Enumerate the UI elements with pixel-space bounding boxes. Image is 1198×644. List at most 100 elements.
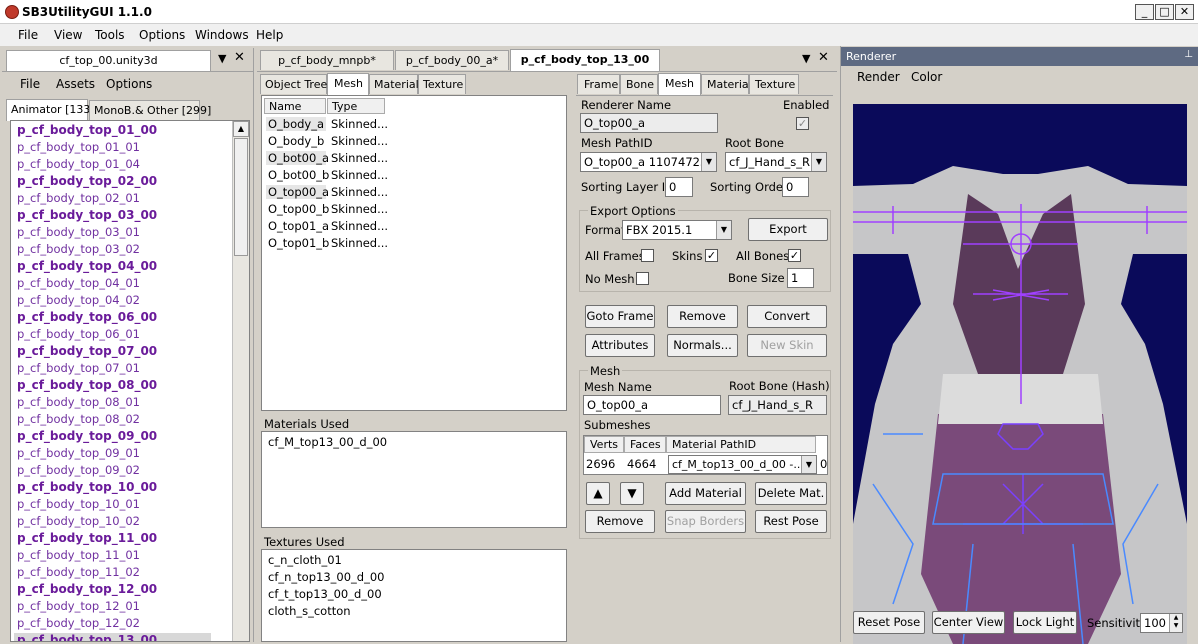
renderer-name-field[interactable]: O_top00_a <box>580 113 718 133</box>
mesh-row-name[interactable]: O_top01_b <box>266 236 329 250</box>
mesh-list[interactable]: Name Type O_body_a Skinned... O_body_b Skin… <box>261 95 567 411</box>
goto-frame-button[interactable]: Goto Frame <box>585 305 655 328</box>
tab-texture[interactable]: Texture <box>418 74 466 94</box>
mesh-row-name[interactable]: O_top00_b <box>266 202 329 216</box>
submesh-faces-cell[interactable]: 4664 <box>627 457 656 471</box>
material-list-item[interactable]: cf_M_top13_00_d_00 <box>268 435 387 449</box>
close-button[interactable]: ✕ <box>1175 4 1194 20</box>
column-header-verts[interactable]: Verts <box>584 436 624 453</box>
column-header-name[interactable]: Name <box>264 98 326 114</box>
dropdown-arrow-icon[interactable]: ▼ <box>802 52 810 65</box>
list-item[interactable]: p_cf_body_top_02_01 <box>17 191 140 205</box>
tab-unity3d-file[interactable]: cf_top_00.unity3d <box>6 50 211 72</box>
mesh-row-name[interactable]: O_bot00_a <box>266 151 329 165</box>
close-tab-icon[interactable]: ✕ <box>234 50 245 65</box>
mesh-name-field[interactable]: O_top00_a <box>583 395 721 415</box>
list-item[interactable]: p_cf_body_top_11_00 <box>17 531 157 545</box>
list-item[interactable]: p_cf_body_top_11_02 <box>17 565 140 579</box>
submesh-extra-cell[interactable]: 0 <box>820 457 827 471</box>
list-item[interactable]: p_cf_body_top_06_00 <box>17 310 157 324</box>
remove-renderer-button[interactable]: Remove <box>667 305 738 328</box>
all-bones-checkbox[interactable]: ✓ <box>788 249 801 262</box>
pin-icon[interactable]: ⊥ <box>1184 49 1193 60</box>
tab-material[interactable]: Material <box>369 74 419 94</box>
minimize-button[interactable]: _ <box>1135 4 1154 20</box>
left-menu-assets[interactable]: Assets <box>56 77 95 91</box>
mesh-row-type[interactable]: Skinned... <box>331 236 388 250</box>
list-item[interactable]: p_cf_body_top_04_01 <box>17 276 140 290</box>
normals-button[interactable]: Normals... <box>667 334 738 357</box>
list-item[interactable]: p_cf_body_top_07_01 <box>17 361 140 375</box>
list-item[interactable]: p_cf_body_top_01_01 <box>17 140 140 154</box>
close-tab-icon[interactable]: ✕ <box>818 50 829 65</box>
list-item[interactable]: p_cf_body_top_07_00 <box>17 344 157 358</box>
column-header-type[interactable]: Type <box>327 98 385 114</box>
root-bone-select[interactable]: cf_J_Hand_s_R ▼ <box>725 152 827 172</box>
bone-size-field[interactable]: 1 <box>787 268 814 288</box>
texture-list-item[interactable]: cf_n_top13_00_d_00 <box>268 570 384 584</box>
animator-list[interactable]: p_cf_body_top_01_00 p_cf_body_top_01_01 p_… <box>10 120 250 642</box>
delete-material-button[interactable]: Delete Mat. <box>755 482 827 505</box>
enabled-checkbox[interactable]: ✓ <box>796 117 809 130</box>
remove-submesh-button[interactable]: Remove <box>585 510 655 533</box>
submeshes-table[interactable]: Verts Faces Material PathID 2696 4664 cf… <box>583 435 828 475</box>
scrollbar[interactable]: ▲ <box>232 121 249 641</box>
renderer-menu-color[interactable]: Color <box>911 70 942 84</box>
mesh-row-type[interactable]: Skinned... <box>331 134 388 148</box>
tab-frame[interactable]: Frame <box>577 74 620 94</box>
list-item[interactable]: p_cf_body_top_06_01 <box>17 327 140 341</box>
list-item[interactable]: p_cf_body_top_01_00 <box>17 123 157 137</box>
menu-windows[interactable]: Windows <box>195 28 249 42</box>
scroll-thumb[interactable] <box>234 138 248 256</box>
menu-view[interactable]: View <box>54 28 82 42</box>
list-item[interactable]: p_cf_body_top_12_01 <box>17 599 140 613</box>
mesh-row-type[interactable]: Skinned... <box>331 117 388 131</box>
add-material-button[interactable]: Add Material <box>665 482 746 505</box>
menu-help[interactable]: Help <box>256 28 283 42</box>
renderer-menu-render[interactable]: Render <box>857 70 900 84</box>
mesh-row-type[interactable]: Skinned... <box>331 219 388 233</box>
list-item[interactable]: p_cf_body_top_02_00 <box>17 174 157 188</box>
list-item[interactable]: p_cf_body_top_12_00 <box>17 582 157 596</box>
no-mesh-checkbox[interactable] <box>636 272 649 285</box>
mesh-row-name[interactable]: O_bot00_b <box>266 168 329 182</box>
list-item[interactable]: p_cf_body_top_09_00 <box>17 429 157 443</box>
list-item[interactable]: p_cf_body_top_12_02 <box>17 616 140 630</box>
doc-tab-body-00-a[interactable]: p_cf_body_00_a* <box>395 50 509 70</box>
doc-tab-body-top-13-00[interactable]: p_cf_body_top_13_00 <box>510 49 660 71</box>
mesh-row-type[interactable]: Skinned... <box>331 185 388 199</box>
list-item[interactable]: p_cf_body_top_09_02 <box>17 463 140 477</box>
snap-borders-button[interactable]: Snap Borders <box>665 510 746 533</box>
mesh-row-type[interactable]: Skinned... <box>331 168 388 182</box>
format-select[interactable]: FBX 2015.1 ▼ <box>622 220 732 240</box>
submesh-material-select[interactable]: cf_M_top13_00_d_00 -... ▼ <box>668 455 817 474</box>
sensitivity-field[interactable]: 100 ▲ ▼ <box>1140 613 1183 633</box>
mesh-row-type[interactable]: Skinned... <box>331 151 388 165</box>
list-item[interactable]: p_cf_body_top_01_04 <box>17 157 140 171</box>
menu-options[interactable]: Options <box>139 28 185 42</box>
tab-mesh[interactable]: Mesh <box>327 73 369 95</box>
center-view-button[interactable]: Center View <box>932 611 1005 634</box>
attributes-button[interactable]: Attributes <box>585 334 655 357</box>
sorting-layer-field[interactable]: 0 <box>665 177 693 197</box>
skins-checkbox[interactable]: ✓ <box>705 249 718 262</box>
left-menu-options[interactable]: Options <box>106 77 152 91</box>
reset-pose-button[interactable]: Reset Pose <box>853 611 925 634</box>
list-item[interactable]: p_cf_body_top_08_00 <box>17 378 157 392</box>
export-button[interactable]: Export <box>748 218 828 241</box>
tab-texture-props[interactable]: Texture <box>749 74 799 94</box>
textures-list[interactable]: c_n_cloth_01 cf_n_top13_00_d_00 cf_t_top13… <box>261 549 567 642</box>
mesh-row-type[interactable]: Skinned... <box>331 202 388 216</box>
submesh-verts-cell[interactable]: 2696 <box>586 457 615 471</box>
move-up-button[interactable]: ▲ <box>586 482 610 505</box>
texture-list-item[interactable]: cf_t_top13_00_d_00 <box>268 587 382 601</box>
list-item[interactable]: p_cf_body_top_10_01 <box>17 497 140 511</box>
move-down-button[interactable]: ▼ <box>620 482 644 505</box>
new-skin-button[interactable]: New Skin <box>747 334 827 357</box>
list-item[interactable]: p_cf_body_top_11_01 <box>17 548 140 562</box>
list-item[interactable]: p_cf_body_top_10_00 <box>17 480 157 494</box>
column-header-faces[interactable]: Faces <box>624 436 666 453</box>
tab-object-tree[interactable]: Object Tree <box>260 74 327 94</box>
materials-list[interactable]: cf_M_top13_00_d_00 <box>261 431 567 528</box>
tab-monob-other[interactable]: MonoB.& Other [299] <box>89 100 211 120</box>
